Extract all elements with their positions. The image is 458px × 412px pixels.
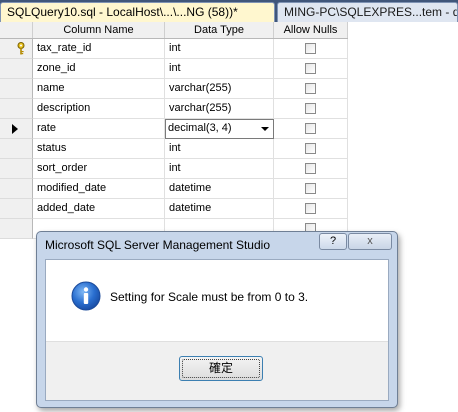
- info-icon: [71, 281, 101, 314]
- row-selector[interactable]: [0, 179, 33, 199]
- data-type-cell[interactable]: int: [165, 59, 274, 79]
- row-selector[interactable]: [0, 139, 33, 159]
- help-button[interactable]: ?: [319, 233, 347, 250]
- message-box: Microsoft SQL Server Management Studio ?…: [36, 231, 398, 408]
- row-selector[interactable]: [0, 59, 33, 79]
- allow-nulls-checkbox[interactable]: [305, 203, 316, 214]
- row-selector-header: [0, 22, 33, 38]
- allow-nulls-checkbox[interactable]: [305, 123, 316, 134]
- column-name-cell[interactable]: sort_order: [33, 159, 165, 179]
- document-tab-strip: SQLQuery10.sql - LocalHost\...\...NG (58…: [0, 0, 458, 22]
- allow-nulls-cell: [274, 199, 348, 219]
- dialog-message: Setting for Scale must be from 0 to 3.: [110, 290, 309, 304]
- column-name-cell[interactable]: zone_id: [33, 59, 165, 79]
- column-name-cell[interactable]: modified_date: [33, 179, 165, 199]
- row-selector[interactable]: [0, 99, 33, 119]
- allow-nulls-checkbox[interactable]: [305, 43, 316, 54]
- row-selector[interactable]: [0, 199, 33, 219]
- allow-nulls-cell: [274, 119, 348, 139]
- data-type-cell[interactable]: datetime: [165, 199, 274, 219]
- allow-nulls-cell: [274, 179, 348, 199]
- allow-nulls-cell: [274, 79, 348, 99]
- allow-nulls-cell: [274, 159, 348, 179]
- current-row-pointer-icon: [12, 124, 18, 134]
- ok-button[interactable]: 確定: [179, 356, 263, 381]
- allow-nulls-cell: [274, 59, 348, 79]
- column-name-cell[interactable]: name: [33, 79, 165, 99]
- row-selector[interactable]: [0, 159, 33, 179]
- data-type-cell[interactable]: datetime: [165, 179, 274, 199]
- column-name-cell[interactable]: description: [33, 99, 165, 119]
- header-data-type[interactable]: Data Type: [165, 22, 274, 38]
- tab-sqlquery10[interactable]: SQLQuery10.sql - LocalHost\...\...NG (58…: [0, 2, 275, 22]
- data-type-dropdown[interactable]: decimal(3, 4): [165, 119, 274, 139]
- grid-header: Column Name Data Type Allow Nulls: [0, 22, 348, 39]
- column-name-cell[interactable]: rate: [33, 119, 165, 139]
- primary-key-icon: [17, 42, 25, 58]
- column-name-cell[interactable]: status: [33, 139, 165, 159]
- allow-nulls-cell: [274, 39, 348, 59]
- data-type-cell[interactable]: int: [165, 159, 274, 179]
- data-type-value: decimal(3, 4): [168, 122, 232, 134]
- column-name-cell[interactable]: added_date: [33, 199, 165, 219]
- allow-nulls-checkbox[interactable]: [305, 63, 316, 74]
- row-selector[interactable]: [0, 119, 33, 139]
- tab-table-designer[interactable]: MING-PC\SQLEXPRES...tem - d: [277, 2, 458, 22]
- row-selector[interactable]: [0, 39, 33, 59]
- ok-focus-rect: [182, 359, 260, 378]
- dropdown-arrow-icon[interactable]: [261, 127, 269, 131]
- row-selector[interactable]: [0, 79, 33, 99]
- row-selector[interactable]: [0, 219, 33, 239]
- dialog-title: Microsoft SQL Server Management Studio: [45, 238, 270, 252]
- close-button[interactable]: x: [348, 233, 392, 250]
- data-type-cell[interactable]: varchar(255): [165, 79, 274, 99]
- table-designer-grid: Column Name Data Type Allow Nulls tax_ra…: [0, 22, 348, 242]
- data-type-cell[interactable]: int: [165, 139, 274, 159]
- dialog-body: Setting for Scale must be from 0 to 3. 確…: [45, 259, 389, 401]
- allow-nulls-cell: [274, 139, 348, 159]
- header-column-name[interactable]: Column Name: [33, 22, 165, 38]
- data-type-cell[interactable]: varchar(255): [165, 99, 274, 119]
- allow-nulls-checkbox[interactable]: [305, 143, 316, 154]
- dialog-footer: 確定: [46, 341, 388, 400]
- allow-nulls-checkbox[interactable]: [305, 83, 316, 94]
- allow-nulls-cell: [274, 99, 348, 119]
- allow-nulls-checkbox[interactable]: [305, 163, 316, 174]
- header-allow-nulls[interactable]: Allow Nulls: [274, 22, 348, 38]
- column-name-cell[interactable]: tax_rate_id: [33, 39, 165, 59]
- allow-nulls-checkbox[interactable]: [305, 103, 316, 114]
- data-type-cell[interactable]: int: [165, 39, 274, 59]
- allow-nulls-checkbox[interactable]: [305, 183, 316, 194]
